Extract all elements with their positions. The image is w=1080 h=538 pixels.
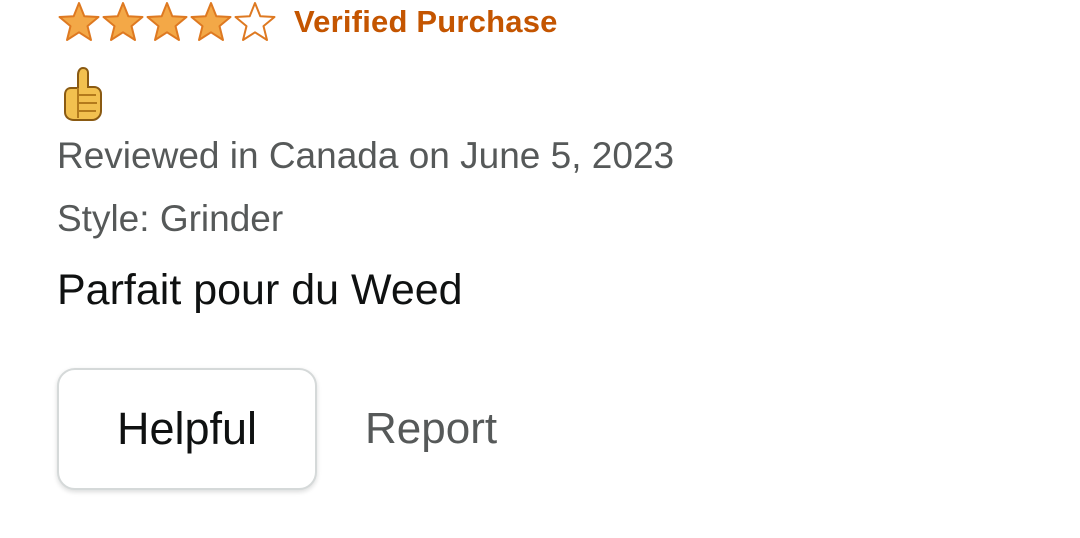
rating-row: Verified Purchase	[57, 1, 558, 43]
helpful-button[interactable]: Helpful	[57, 368, 317, 490]
review-actions: Helpful Report	[57, 367, 497, 491]
star-rating	[57, 1, 277, 43]
verified-purchase-badge: Verified Purchase	[294, 4, 558, 39]
star-full-icon	[146, 2, 188, 41]
thumbs-up-icon	[64, 66, 102, 121]
star-full-icon	[190, 2, 232, 41]
star-full-icon	[102, 2, 144, 41]
review-date: Reviewed in Canada on June 5, 2023	[57, 135, 675, 176]
product-style: Style: Grinder	[57, 198, 284, 239]
star-full-icon	[58, 2, 100, 41]
star-empty-icon	[234, 2, 276, 41]
review-title: Parfait pour du Weed	[57, 266, 463, 314]
report-link[interactable]: Report	[365, 404, 497, 454]
